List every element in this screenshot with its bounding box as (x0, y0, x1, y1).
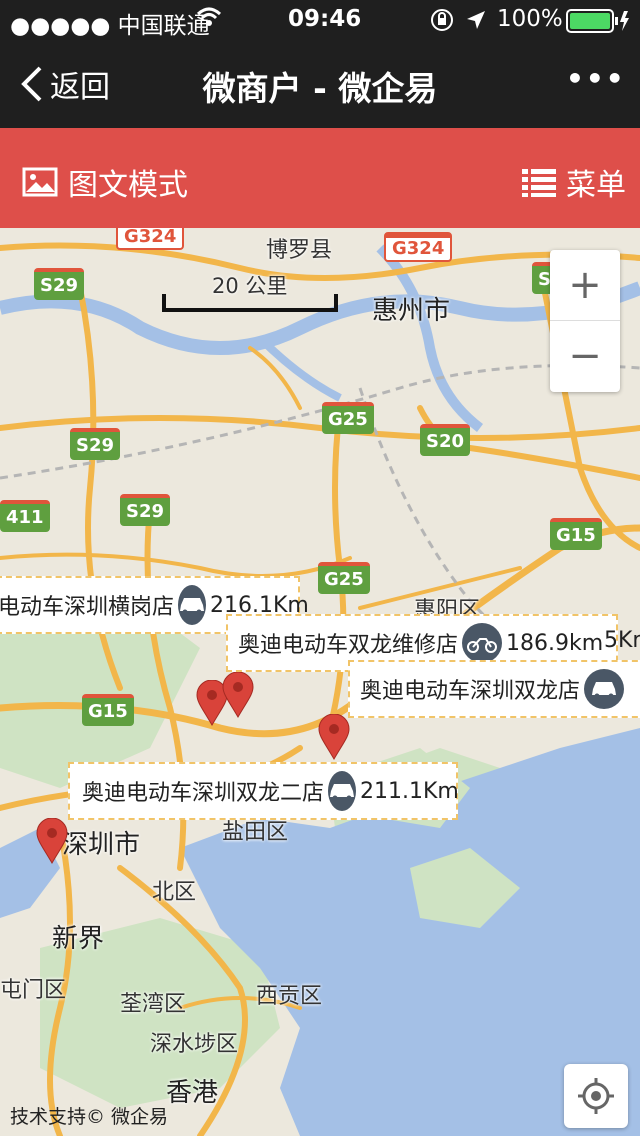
motorcycle-icon (462, 623, 503, 663)
battery-icon (566, 9, 630, 39)
highway-411: 411 (0, 500, 50, 532)
highway-s20: S20 (420, 424, 471, 456)
mode-toolbar: 图文模式 菜单 (0, 128, 640, 228)
copyright-label: 技术支持© 微企易 (10, 1106, 169, 1128)
menu-label: 菜单 (566, 168, 626, 203)
menu-button[interactable]: 菜单 (522, 160, 626, 204)
highway-g15-b: G15 (82, 694, 134, 726)
highway-g25-b: G25 (318, 562, 370, 594)
store-distance: 211.1Km (360, 778, 459, 804)
place-quanwan: 荃湾区 (120, 992, 187, 1017)
zoom-out-button[interactable]: − (550, 321, 620, 391)
place-xigong: 西贡区 (256, 984, 323, 1009)
wifi-icon (196, 4, 222, 36)
place-shenzhen: 深圳市 (62, 830, 141, 860)
location-arrow-icon (465, 9, 487, 37)
list-icon (522, 169, 556, 197)
rotation-lock-icon (430, 8, 454, 38)
map-pin-shuanglong-b[interactable] (222, 672, 254, 718)
car-icon (584, 669, 625, 709)
store-distance: 186.9km (506, 630, 604, 656)
zoom-controls: + − (550, 250, 620, 392)
scale-label: 20 公里 (212, 274, 288, 298)
highway-g324-a: G324 (116, 228, 185, 250)
crosshair-icon (578, 1078, 614, 1114)
highway-s29-c: S29 (120, 494, 171, 526)
place-boluo: 博罗县 (266, 238, 333, 263)
page-title: 微商户 - 微企易 (202, 69, 438, 108)
zoom-in-button[interactable]: + (550, 250, 620, 321)
store-name: 奥迪电动车双龙维修店 (238, 633, 459, 658)
more-button[interactable]: ••• (566, 62, 626, 95)
nav-bar: 返回 微商户 - 微企易 ••• (0, 40, 640, 128)
map-pin-shenzhen[interactable] (36, 818, 68, 864)
highway-g15-a: G15 (550, 518, 602, 550)
carrier-label: ●●●●● 中国联通 (10, 13, 210, 39)
highway-s29-b: S29 (70, 428, 121, 460)
battery-percent: 100% (497, 6, 563, 32)
clock: 09:46 (288, 6, 362, 32)
store-name: 奥迪电动车深圳双龙二店 (82, 781, 325, 806)
highway-g324-b: G324 (384, 232, 453, 262)
place-tunmen: 屯门区 (0, 978, 67, 1003)
locate-me-button[interactable] (564, 1064, 628, 1128)
store-card-shuanglong-second[interactable]: 奥迪电动车深圳双龙二店 211.1Km (68, 762, 459, 820)
image-icon (22, 167, 58, 197)
car-icon (178, 585, 207, 625)
car-icon (328, 771, 357, 811)
image-text-mode-button[interactable]: 图文模式 (22, 160, 188, 204)
place-shenshuibu: 深水埗区 (150, 1032, 239, 1057)
store-name: 奥迪电动车深圳双龙店 (360, 679, 581, 704)
store-name: 电动车深圳横岗店 (0, 595, 175, 620)
place-hongkong: 香港 (166, 1078, 219, 1108)
highway-g25-a: G25 (322, 402, 374, 434)
mode-label: 图文模式 (68, 168, 188, 203)
place-huizhou: 惠州市 (372, 296, 451, 326)
store-card-shuanglong[interactable]: 奥迪电动车深圳双龙店 (348, 660, 640, 718)
map-view[interactable]: 20 公里 博罗县 惠州市 惠阳区 深圳市 盐田区 北区 新界 屯门区 荃湾区 … (0, 228, 640, 1136)
place-beiqu: 北区 (152, 880, 197, 905)
edge-distance: 5Km (604, 628, 640, 653)
place-xinjie: 新界 (52, 924, 105, 954)
map-pin-shuanglong-c[interactable] (318, 714, 350, 760)
status-bar: ●●●●● 中国联通 09:46 100% (0, 0, 640, 40)
highway-s29-a: S29 (34, 268, 85, 300)
